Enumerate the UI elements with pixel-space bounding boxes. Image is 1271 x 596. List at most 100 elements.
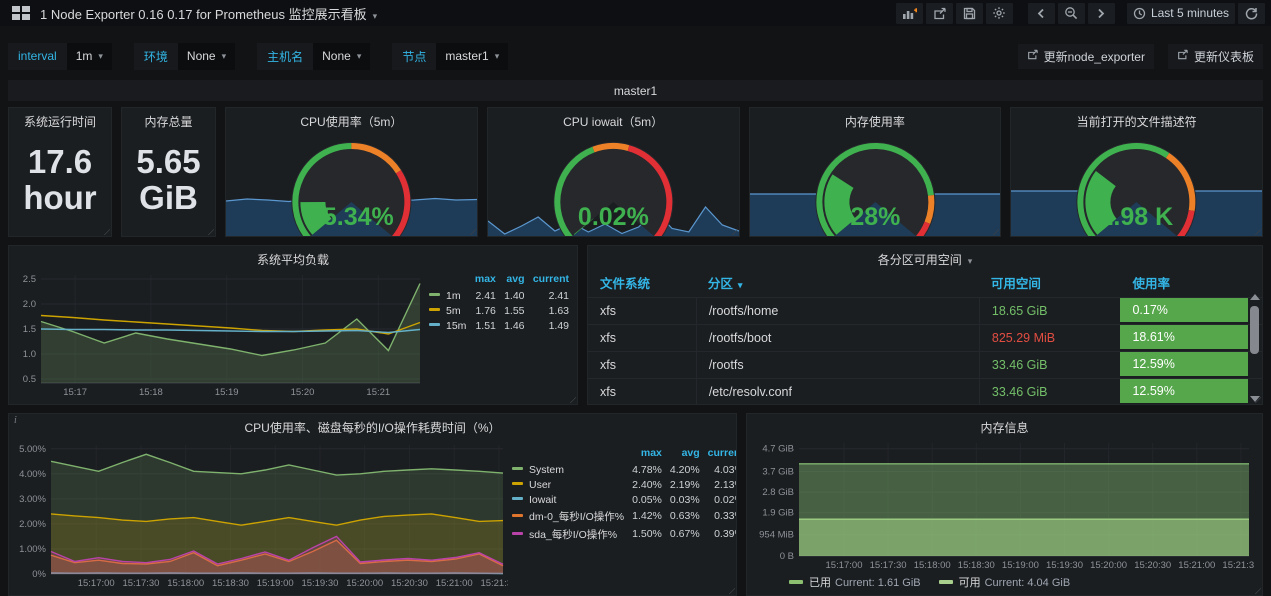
svg-text:15:17:00: 15:17:00 bbox=[78, 578, 115, 589]
variable-interval: interval 1m bbox=[8, 42, 112, 70]
legend-row: sda_每秒I/O操作% 1.50% 0.67% 0.39% bbox=[512, 525, 736, 543]
svg-text:4.7 GiB: 4.7 GiB bbox=[762, 444, 794, 455]
legend-series-已用[interactable]: 已用 bbox=[809, 577, 831, 589]
panel-cpu-iowait-gauge-title[interactable]: CPU iowait（5m） bbox=[488, 108, 739, 128]
variable-hostname-value[interactable]: None bbox=[313, 42, 371, 70]
legend-column-current[interactable]: current bbox=[700, 446, 736, 462]
legend-series-System[interactable]: System bbox=[512, 462, 624, 477]
refresh-button[interactable] bbox=[1238, 2, 1265, 24]
dashboard-title[interactable]: 1 Node Exporter 0.16 0.17 for Prometheus… bbox=[40, 4, 377, 23]
legend-swatch-icon bbox=[512, 467, 523, 471]
column-header-分区[interactable]: 分区 bbox=[696, 273, 979, 292]
svg-text:15:21:00: 15:21:00 bbox=[436, 578, 473, 589]
panel-open-file-descriptors-gauge-title[interactable]: 当前打开的文件描述符 bbox=[1011, 108, 1262, 128]
panel-cpu-iowait-gauge: CPU iowait（5m） 0.02% bbox=[486, 107, 740, 237]
panel-row-gauges: 系统运行时间 17.6 hour 内存总量 5.65 GiB CPU使用率（5m） … bbox=[8, 107, 1263, 237]
variable-node-value[interactable]: master1 bbox=[436, 42, 509, 70]
legend-series-sda_每秒I/O操作%[interactable]: sda_每秒I/O操作% bbox=[512, 525, 624, 543]
legend-series-User[interactable]: User bbox=[512, 477, 624, 492]
legend-row: dm-0_每秒I/O操作% 1.42% 0.63% 0.33% bbox=[512, 507, 736, 525]
save-icon bbox=[963, 7, 976, 19]
panel-total-memory-title[interactable]: 内存总量 bbox=[122, 108, 215, 128]
cell-usage-percent: 18.61% bbox=[1120, 325, 1248, 349]
variable-interval-value-text: 1m bbox=[75, 49, 93, 63]
legend-swatch-icon bbox=[512, 497, 523, 501]
svg-text:15:20:30: 15:20:30 bbox=[1134, 560, 1171, 571]
legend-series-Iowait[interactable]: Iowait bbox=[512, 492, 624, 507]
scroll-down-arrow[interactable] bbox=[1249, 396, 1260, 402]
variable-interval-value[interactable]: 1m bbox=[66, 42, 112, 70]
variable-env-label: 环境 bbox=[133, 42, 178, 70]
clock-icon bbox=[1133, 7, 1146, 19]
svg-text:1.00%: 1.00% bbox=[19, 544, 46, 555]
panel-row-middle: 系统平均负载 15:17 15:18 15:19 15:20 15:21 2.5 2.0 1.… bbox=[8, 245, 1263, 405]
dashboard-row-master1[interactable]: master1 bbox=[8, 80, 1263, 101]
panel-row-bottom: i CPU使用率、磁盘每秒的I/O操作耗费时间（%） 15:17:00 15:17… bbox=[8, 413, 1263, 596]
legend-column-avg[interactable]: avg bbox=[496, 272, 524, 288]
cpu-io-legend: maxavgcurrent System 4.78% 4.20% 4.03% User 2.… bbox=[512, 446, 736, 543]
svg-text:15:17:30: 15:17:30 bbox=[870, 560, 907, 571]
svg-text:15:19:30: 15:19:30 bbox=[301, 578, 338, 589]
legend-swatch-icon bbox=[512, 482, 523, 486]
svg-text:15:19: 15:19 bbox=[215, 387, 239, 398]
legend-series-5m[interactable]: 5m bbox=[429, 303, 467, 318]
legend-value: 1.63 bbox=[548, 304, 569, 317]
scroll-up-arrow[interactable] bbox=[1249, 294, 1260, 300]
cpu-io-chart[interactable]: 15:17:00 15:17:30 15:18:00 15:18:30 15:19:00… bbox=[13, 440, 517, 589]
cell-usage-percent: 12.59% bbox=[1120, 352, 1248, 376]
system-load-chart[interactable]: 15:17 15:18 15:19 15:20 15:21 2.5 2.0 1.5 1.0 0.5 bbox=[13, 270, 425, 398]
system-load-legend-table: max avg current 1m 2.41 1.40 2.41 5m 1.76 1.55 1.6… bbox=[429, 272, 569, 333]
panel-cpu-usage-gauge-title[interactable]: CPU使用率（5m） bbox=[226, 108, 477, 128]
panel-memory-info-title[interactable]: 内存信息 bbox=[747, 414, 1262, 434]
svg-text:15:21: 15:21 bbox=[366, 387, 390, 398]
save-dashboard-button[interactable] bbox=[955, 2, 983, 24]
svg-text:15:20:00: 15:20:00 bbox=[346, 578, 383, 589]
time-range-picker[interactable]: Last 5 minutes bbox=[1126, 2, 1235, 24]
panel-info-icon[interactable]: i bbox=[14, 415, 17, 426]
legend-series-dm-0_每秒I/O操作%[interactable]: dm-0_每秒I/O操作% bbox=[512, 507, 624, 525]
legend-series-15m[interactable]: 15m bbox=[429, 318, 467, 333]
panel-memory-usage-gauge-title[interactable]: 内存使用率 bbox=[750, 108, 1001, 128]
zoom-out-icon bbox=[1065, 7, 1078, 20]
svg-text:3.7 GiB: 3.7 GiB bbox=[762, 467, 794, 478]
variable-env-value[interactable]: None bbox=[177, 42, 236, 70]
svg-text:15:18: 15:18 bbox=[139, 387, 163, 398]
legend-series-1m[interactable]: 1m bbox=[429, 288, 467, 303]
panel-cpu-io-chart-title[interactable]: CPU使用率、磁盘每秒的I/O操作耗费时间（%） bbox=[9, 414, 736, 434]
column-header-可用空间[interactable]: 可用空间 bbox=[979, 273, 1121, 292]
svg-text:15:17:30: 15:17:30 bbox=[122, 578, 159, 589]
table-scrollbar bbox=[1248, 294, 1261, 402]
column-header-使用率[interactable]: 使用率 bbox=[1120, 273, 1262, 292]
svg-text:1.9 GiB: 1.9 GiB bbox=[762, 508, 794, 519]
panel-uptime-title[interactable]: 系统运行时间 bbox=[9, 108, 111, 128]
svg-text:0 B: 0 B bbox=[780, 551, 794, 562]
legend-column-current[interactable]: current bbox=[525, 272, 569, 288]
dashboard-settings-button[interactable] bbox=[985, 2, 1013, 24]
legend-column-max[interactable]: max bbox=[467, 272, 496, 288]
svg-text:28%: 28% bbox=[850, 203, 900, 231]
external-link-icon bbox=[1027, 49, 1038, 63]
svg-text:15:20: 15:20 bbox=[291, 387, 315, 398]
svg-text:15:17: 15:17 bbox=[63, 387, 87, 398]
legend-column-max[interactable]: max bbox=[624, 446, 662, 462]
update-node-exporter-link[interactable]: 更新node_exporter bbox=[1017, 43, 1154, 69]
time-forward-button[interactable] bbox=[1087, 2, 1115, 24]
panel-partition-space-title[interactable]: 各分区可用空间 bbox=[588, 246, 1262, 266]
legend-value: 2.41 bbox=[548, 289, 569, 302]
legend-series-可用[interactable]: 可用 bbox=[959, 577, 981, 589]
panel-system-load-title[interactable]: 系统平均负载 bbox=[9, 246, 577, 266]
system-load-legend: max avg current 1m 2.41 1.40 2.41 5m 1.76 1.55 1.6… bbox=[429, 272, 569, 333]
add-panel-button[interactable] bbox=[895, 2, 923, 24]
cell-mountpoint: /etc/resolv.conf bbox=[695, 379, 979, 404]
gear-icon bbox=[993, 7, 1006, 19]
time-back-button[interactable] bbox=[1027, 2, 1055, 24]
legend-column-avg[interactable]: avg bbox=[662, 446, 700, 462]
update-dashboard-link[interactable]: 更新仪表板 bbox=[1167, 43, 1263, 69]
legend-value: 1.40 bbox=[504, 289, 525, 302]
column-header-文件系统[interactable]: 文件系统 bbox=[588, 273, 696, 292]
grafana-dashboard-icon[interactable] bbox=[12, 6, 30, 20]
memory-info-chart[interactable]: 15:17:00 15:17:30 15:18:00 15:18:30 15:19:00… bbox=[751, 438, 1259, 571]
zoom-out-button[interactable] bbox=[1057, 2, 1085, 24]
scrollbar-thumb[interactable] bbox=[1250, 306, 1259, 354]
share-dashboard-button[interactable] bbox=[925, 2, 953, 24]
